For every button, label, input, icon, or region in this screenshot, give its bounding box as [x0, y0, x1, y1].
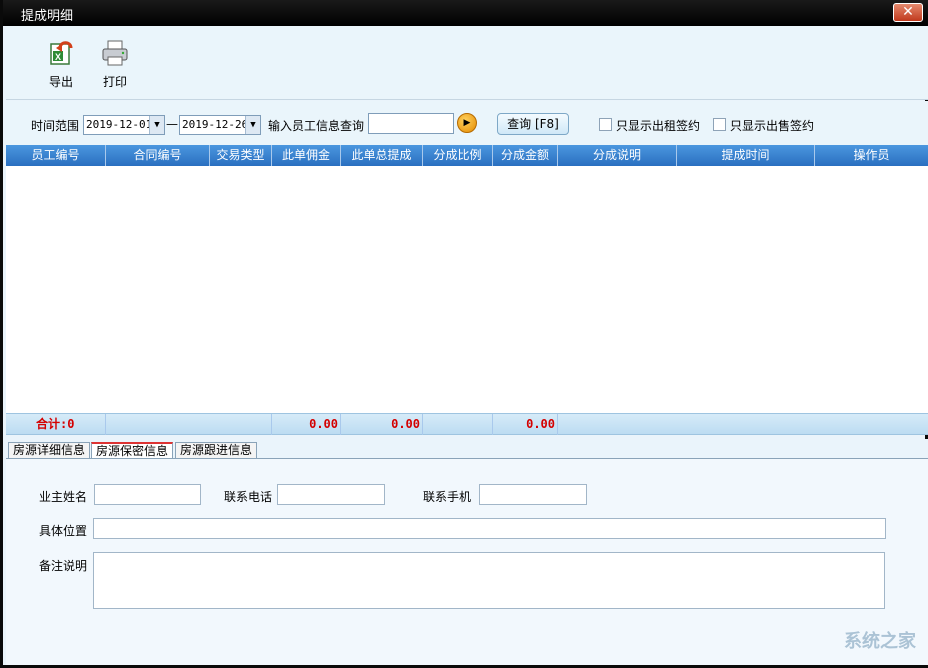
svg-text:X: X: [55, 52, 61, 62]
tab-house-followup[interactable]: 房源跟进信息: [175, 442, 258, 459]
start-date-picker[interactable]: 2019-12-01 ▼: [83, 115, 165, 135]
total-commission: 0.00: [272, 414, 341, 435]
total-blank: [106, 414, 272, 435]
column-header-share-ratio[interactable]: 分成比例: [423, 145, 493, 166]
column-header-share-amount[interactable]: 分成金额: [493, 145, 558, 166]
print-button[interactable]: 打印: [90, 38, 140, 90]
detail-tabs: 房源详细信息 房源保密信息 房源跟进信息: [6, 439, 928, 459]
totals-row: 合计:0 0.00 0.00 0.00: [6, 413, 928, 435]
chevron-down-icon[interactable]: ▼: [149, 116, 164, 134]
total-count: 合计:0: [6, 414, 106, 435]
remark-label: 备注说明: [39, 559, 88, 573]
mobile-input[interactable]: [479, 484, 587, 505]
date-range-dash: —: [166, 117, 178, 131]
query-button[interactable]: 查询 [F8]: [497, 113, 569, 135]
mobile-label: 联系手机: [423, 490, 472, 504]
grid-body[interactable]: [6, 166, 928, 413]
play-arrow-icon: ▶: [463, 118, 471, 128]
phone-input[interactable]: [277, 484, 385, 505]
location-label: 具体位置: [39, 524, 88, 538]
close-icon: ✕: [902, 4, 914, 20]
employee-query-input[interactable]: [368, 113, 454, 134]
time-range-label: 时间范围: [31, 119, 80, 133]
column-header-employee-id[interactable]: 员工编号: [6, 145, 106, 166]
phone-label: 联系电话: [224, 490, 273, 504]
column-header-trade-type[interactable]: 交易类型: [210, 145, 272, 166]
printer-icon: [102, 40, 128, 66]
column-header-total-commission[interactable]: 此单总提成: [341, 145, 423, 166]
only-sale-label: 只显示出售签约: [730, 119, 815, 133]
start-date-value: 2019-12-01: [86, 118, 153, 131]
total-share-amount: 0.00: [493, 414, 558, 435]
total-total-commission: 0.00: [341, 414, 423, 435]
window-title: 提成明细: [21, 9, 74, 24]
watermark-logo: 系统之家: [844, 631, 916, 652]
export-button[interactable]: X 导出: [36, 38, 86, 90]
employee-query-label: 输入员工信息查询: [268, 119, 365, 133]
only-rent-checkbox[interactable]: [599, 118, 612, 131]
tab-house-confidential[interactable]: 房源保密信息: [91, 442, 174, 459]
column-header-commission-time[interactable]: 提成时间: [677, 145, 815, 166]
title-bar[interactable]: 提成明细 ✕: [3, 0, 928, 26]
filter-bar: 时间范围 2019-12-01 ▼ — 2019-12-26 ▼ 输入员工信息查…: [6, 101, 928, 145]
end-date-value: 2019-12-26: [182, 118, 249, 131]
location-input[interactable]: [93, 518, 886, 539]
export-label: 导出: [48, 75, 73, 89]
commission-detail-window: 提成明细 ✕ X 导出 打印 时间范围 2019-12-01 ▼ — 2019-…: [0, 0, 928, 668]
only-sale-checkbox[interactable]: [713, 118, 726, 131]
total-ratio-blank: [423, 414, 493, 435]
owner-name-input[interactable]: [94, 484, 201, 505]
owner-name-label: 业主姓名: [39, 490, 88, 504]
tab-house-detail[interactable]: 房源详细信息: [8, 442, 91, 459]
column-header-share-note[interactable]: 分成说明: [558, 145, 677, 166]
confidential-info-panel: 业主姓名 联系电话 联系手机 具体位置 备注说明 系统之家: [6, 458, 928, 665]
end-date-picker[interactable]: 2019-12-26 ▼: [179, 115, 261, 135]
only-rent-label: 只显示出租签约: [616, 119, 701, 133]
go-arrow-button[interactable]: ▶: [457, 113, 477, 133]
excel-export-icon: X: [50, 41, 73, 65]
close-button[interactable]: ✕: [893, 3, 923, 22]
column-header-commission[interactable]: 此单佣金: [272, 145, 341, 166]
column-header-contract-id[interactable]: 合同编号: [106, 145, 210, 166]
grid-header: 员工编号 合同编号 交易类型 此单佣金 此单总提成 分成比例 分成金额 分成说明…: [6, 145, 928, 166]
chevron-down-icon[interactable]: ▼: [245, 116, 260, 134]
toolbar: X 导出 打印: [6, 26, 928, 100]
column-header-operator[interactable]: 操作员: [815, 145, 928, 166]
print-label: 打印: [102, 75, 127, 89]
remark-textarea[interactable]: [93, 552, 885, 609]
